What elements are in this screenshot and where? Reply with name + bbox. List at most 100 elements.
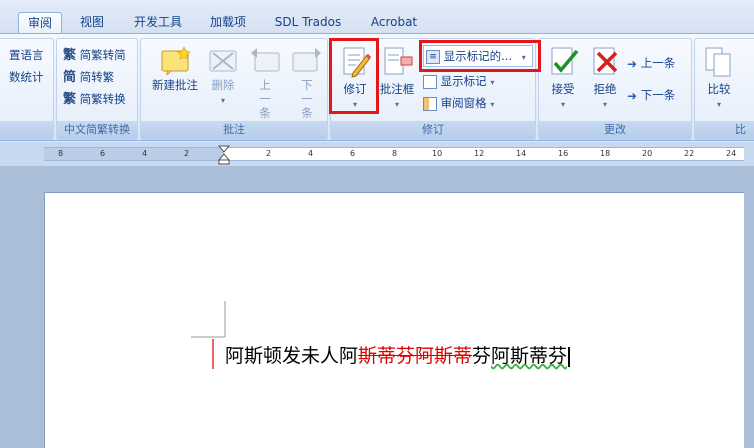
traditional-to-simplified-button[interactable]: 繁 简繁转简 — [63, 45, 126, 65]
tab-acrobat[interactable]: Acrobat — [362, 12, 426, 34]
reviewing-pane-icon — [423, 96, 437, 111]
trad-to-simp-icon: 繁 — [63, 47, 77, 63]
group-chinese-conversion-label: 中文简繁转换 — [57, 121, 137, 139]
chevron-down-icon: ▾ — [490, 100, 495, 109]
accept-label: 接受 — [551, 82, 575, 96]
spellcheck-underlined-text: 阿斯蒂芬 — [491, 345, 568, 367]
new-comment-icon — [161, 46, 191, 77]
ruler-number: 14 — [516, 149, 527, 158]
compare-icon — [705, 47, 731, 77]
tab-addins[interactable]: 加载项 — [200, 12, 256, 34]
document-page[interactable]: 阿斯顿发未人阿斯蒂芬阿斯蒂芬阿斯蒂芬 — [44, 192, 744, 448]
simp-to-trad-icon: 简 — [63, 69, 77, 85]
horizontal-ruler[interactable]: 8 6 4 2 2 4 6 8 10 12 14 16 18 20 22 24 — [0, 142, 754, 166]
previous-comment-button[interactable]: 上一条 — [245, 45, 285, 120]
tab-developer[interactable]: 开发工具 — [126, 12, 190, 34]
ruler-left-margin — [44, 148, 224, 160]
chevron-down-icon: ▾ — [602, 100, 607, 109]
conversion-label: 简繁转换 — [79, 92, 126, 106]
reject-label: 拒绝 — [593, 82, 617, 96]
show-markup-icon — [423, 74, 437, 89]
group-changes-label: 更改 — [539, 121, 691, 139]
previous-change-label: 上一条 — [640, 56, 676, 70]
tab-review[interactable]: 审阅 — [18, 12, 62, 34]
group-compare: 比较 ▾ 比 — [694, 38, 754, 140]
tab-view[interactable]: 视图 — [72, 12, 112, 34]
word-count-button[interactable]: 数统计 — [9, 67, 44, 87]
show-markup-button[interactable]: 显示标记 ▾ — [423, 71, 494, 91]
group-language: 置语言 数统计 — [0, 38, 54, 140]
conversion-icon: 繁 — [63, 91, 77, 107]
ruler-number: 16 — [558, 149, 569, 158]
text-cursor — [568, 346, 571, 367]
tab-sdl-trados[interactable]: SDL Trados — [266, 12, 350, 34]
next-arrow-icon: ➜ — [627, 88, 638, 103]
ruler-number: 12 — [474, 149, 485, 158]
highlight-box-display-for-review — [419, 40, 541, 72]
chinese-conversion-button[interactable]: 繁 简繁转换 — [63, 89, 126, 109]
reject-button[interactable]: 拒绝 ▾ — [585, 45, 625, 110]
compare-button[interactable]: 比较 ▾ — [699, 45, 739, 110]
balloons-button[interactable]: 批注框 ▾ — [377, 45, 417, 110]
group-language-label — [0, 121, 53, 139]
previous-comment-icon — [251, 48, 280, 72]
show-markup-label: 显示标记 — [440, 74, 487, 88]
previous-comment-label: 上一条 — [259, 78, 271, 120]
indent-marker-icon[interactable] — [216, 144, 232, 166]
reject-icon — [593, 47, 618, 75]
body-text: 芬 — [472, 345, 492, 367]
ruler-number: 8 — [392, 149, 398, 158]
delete-comment-label: 删除 — [211, 78, 235, 92]
highlight-box-track-changes — [329, 38, 379, 114]
ruler-number: 6 — [350, 149, 356, 158]
group-comments: 新建批注 删除 ▾ 上一条 下一条 批注 — [140, 38, 328, 140]
previous-arrow-icon: ➜ — [627, 56, 638, 71]
ruler-strip: 8 6 4 2 2 4 6 8 10 12 14 16 18 20 22 24 — [44, 145, 744, 165]
new-comment-button[interactable]: 新建批注 — [147, 45, 203, 92]
balloons-icon — [384, 47, 413, 75]
simp-to-trad-label: 简转繁 — [79, 70, 115, 84]
chevron-down-icon: ▾ — [560, 100, 565, 109]
delete-comment-button[interactable]: 删除 ▾ — [203, 45, 243, 106]
document-text-line[interactable]: 阿斯顿发未人阿斯蒂芬阿斯蒂芬阿斯蒂芬 — [225, 341, 571, 368]
deleted-text: 斯蒂芬阿斯蒂 — [358, 345, 473, 367]
group-comments-label: 批注 — [141, 121, 327, 139]
next-comment-label: 下一条 — [301, 78, 313, 120]
ribbon-tab-bar: 审阅 视图 开发工具 加载项 SDL Trados Acrobat — [0, 0, 754, 34]
chevron-down-icon: ▾ — [394, 100, 399, 109]
delete-comment-icon — [209, 50, 237, 72]
next-change-button[interactable]: ➜ 下一条 — [627, 85, 675, 105]
group-tracking-label: 修订 — [331, 121, 535, 139]
trad-to-simp-label: 简繁转简 — [79, 48, 126, 62]
next-comment-icon — [292, 48, 321, 72]
ruler-number: 10 — [432, 149, 443, 158]
new-comment-label: 新建批注 — [152, 78, 198, 92]
balloons-label: 批注框 — [379, 82, 415, 96]
previous-change-button[interactable]: ➜ 上一条 — [627, 53, 675, 73]
reviewing-pane-button[interactable]: 审阅窗格 ▾ — [423, 93, 494, 113]
simplified-to-traditional-button[interactable]: 简 简转繁 — [63, 67, 114, 87]
chevron-down-icon: ▾ — [716, 100, 721, 109]
ruler-number: 18 — [600, 149, 611, 158]
compare-label: 比较 — [707, 82, 731, 96]
group-compare-label: 比 — [695, 121, 754, 139]
body-text: 阿斯顿发未人阿 — [225, 345, 359, 367]
ruler-number: 2 — [184, 149, 190, 158]
ruler-number: 8 — [58, 149, 64, 158]
ruler-number: 4 — [142, 149, 148, 158]
group-changes: 接受 ▾ 拒绝 ▾ ➜ 上一条 ➜ 下一条 更改 — [538, 38, 692, 140]
accept-icon — [551, 47, 579, 75]
chevron-down-icon: ▾ — [220, 96, 225, 105]
next-comment-button[interactable]: 下一条 — [287, 45, 327, 120]
ruler-number: 20 — [642, 149, 653, 158]
ruler-number: 4 — [308, 149, 314, 158]
ruler-number: 2 — [266, 149, 272, 158]
ruler-number: 24 — [726, 149, 737, 158]
accept-button[interactable]: 接受 ▾ — [543, 45, 583, 110]
ruler-number: 6 — [100, 149, 106, 158]
ruler-number: 22 — [684, 149, 695, 158]
ribbon: 置语言 数统计 繁 简繁转简 简 简转繁 繁 简繁转换 中文简繁转换 新建批注 — [0, 33, 754, 141]
chevron-down-icon: ▾ — [490, 78, 495, 87]
reviewing-pane-label: 审阅窗格 — [440, 96, 487, 110]
set-language-button[interactable]: 置语言 — [9, 45, 44, 65]
